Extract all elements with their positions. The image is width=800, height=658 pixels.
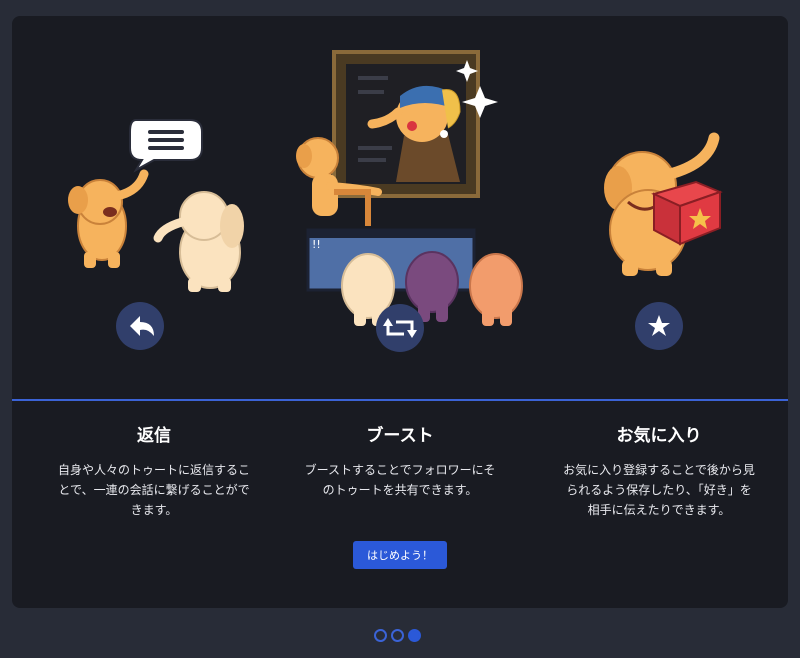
desc-line: 相手に伝えたりできます。	[587, 503, 731, 517]
reply-column: 返信 自身や人々のトゥートに返信するこ とで、一連の会話に繋げることがで きます…	[39, 424, 269, 520]
favourite-scene	[604, 132, 723, 350]
reply-title: 返信	[137, 426, 171, 446]
favourite-title: お気に入り	[616, 426, 702, 446]
onboarding-modal: !! 返信 自身や人々のトゥートに返信するこ とで、一連の会話に繋げることがで …	[12, 16, 788, 608]
star-icon[interactable]	[635, 302, 683, 350]
get-started-button[interactable]: はじめよう！	[353, 541, 447, 569]
onboarding-illustration: !!	[68, 50, 723, 352]
svg-text:!!: !!	[312, 238, 321, 251]
pager-dots	[374, 629, 421, 643]
reply-description: 自身や人々のトゥートに返信するこ とで、一連の会話に繋げることがで きます。	[39, 460, 269, 520]
pager-dot-3[interactable]	[408, 629, 421, 642]
favourite-column: お気に入り お気に入り登録することで後から見 られるよう保存したり、「好き」を …	[544, 424, 774, 520]
desc-line: ブーストすることでフォロワーにそ	[304, 463, 496, 477]
pager-dot-2[interactable]	[391, 629, 404, 642]
desc-line: られるよう保存したり、「好き」を	[566, 483, 752, 497]
desc-line: 自身や人々のトゥートに返信するこ	[57, 463, 250, 477]
pager-dot-1[interactable]	[374, 629, 387, 642]
illustration-divider	[12, 399, 788, 401]
desc-line: お気に入り登録することで後から見	[563, 463, 755, 477]
boost-title: ブースト	[366, 426, 434, 446]
reply-icon[interactable]	[116, 302, 164, 350]
desc-line: とで、一連の会話に繋げることがで	[58, 483, 250, 497]
boost-description: ブーストすることでフォロワーにそ のトゥートを共有できます。	[285, 460, 515, 500]
boost-scene: !!	[296, 50, 523, 352]
desc-line: きます。	[130, 503, 178, 517]
desc-line: のトゥートを共有できます。	[322, 483, 478, 497]
favourite-description: お気に入り登録することで後から見 られるよう保存したり、「好き」を 相手に伝えた…	[544, 460, 774, 520]
boost-icon[interactable]	[376, 304, 424, 352]
boost-column: ブースト ブーストすることでフォロワーにそ のトゥートを共有できます。	[285, 424, 515, 500]
reply-scene	[68, 119, 244, 350]
